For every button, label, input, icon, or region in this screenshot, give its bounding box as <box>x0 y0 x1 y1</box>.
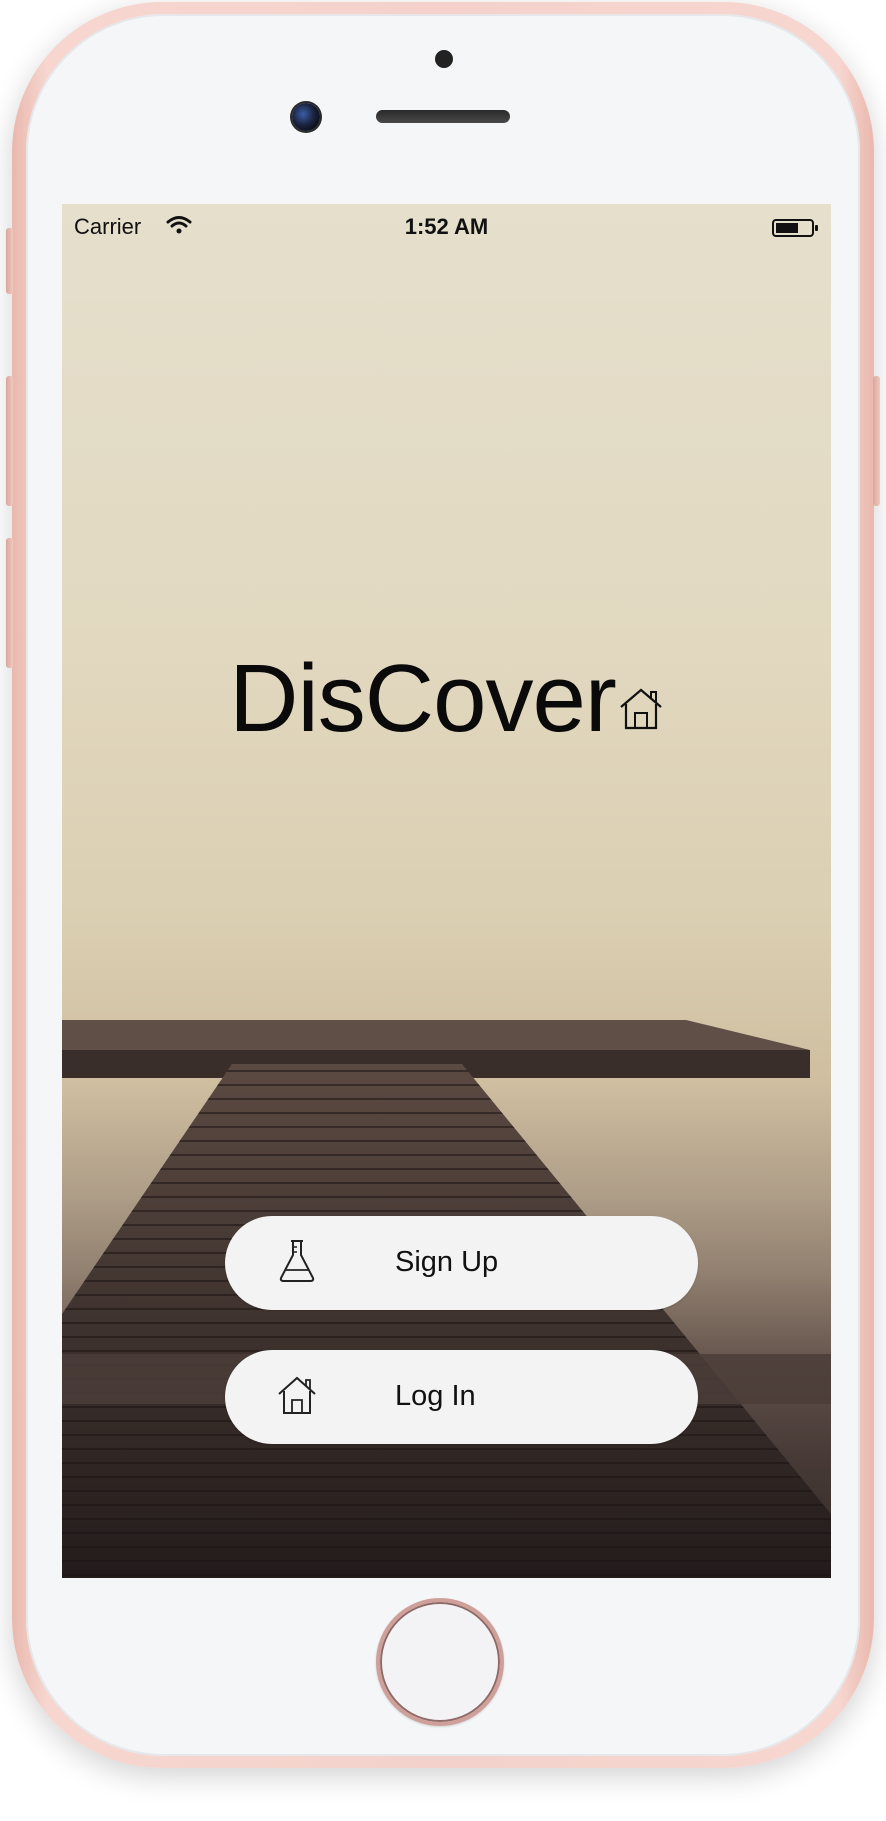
front-camera <box>292 103 320 131</box>
home-button[interactable] <box>376 1598 504 1726</box>
sign-up-label: Sign Up <box>395 1246 499 1278</box>
app-screen: Carrier 1:52 AM DisCover Sign Up Log In <box>62 204 831 1578</box>
status-bar: Carrier 1:52 AM <box>62 204 831 250</box>
log-in-button[interactable]: Log In <box>225 1350 698 1444</box>
title-row: DisCover <box>62 644 831 754</box>
flask-icon <box>279 1240 315 1282</box>
mute-switch <box>6 228 13 294</box>
log-in-label: Log In <box>395 1380 476 1412</box>
app-title: DisCover <box>229 645 617 752</box>
earpiece-speaker <box>376 110 510 123</box>
sign-up-button[interactable]: Sign Up <box>225 1216 698 1310</box>
house-icon <box>620 688 662 730</box>
proximity-sensor <box>435 50 453 68</box>
status-time: 1:52 AM <box>404 214 489 239</box>
house-icon <box>278 1376 316 1414</box>
volume-down-button <box>6 538 13 668</box>
battery-icon <box>772 219 818 237</box>
volume-up-button <box>6 376 13 506</box>
power-button <box>873 376 880 506</box>
